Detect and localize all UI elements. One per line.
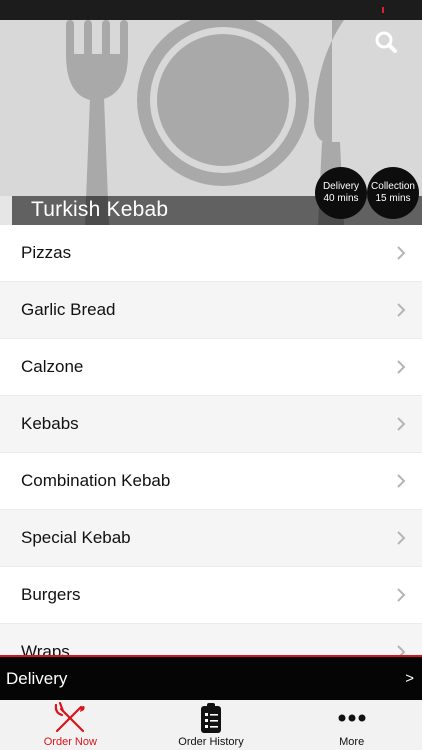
collection-badge-label: Collection xyxy=(371,181,415,192)
delivery-badge-time: 40 mins xyxy=(323,193,359,204)
menu-category-label: Pizzas xyxy=(21,243,72,262)
restaurant-header: Turkish Kebab Delivery 40 mins Collectio… xyxy=(0,20,422,225)
menu-category-wraps[interactable]: Wraps xyxy=(0,624,422,655)
chevron-right-icon xyxy=(397,645,406,655)
tab-more[interactable]: More xyxy=(281,700,422,750)
fork-knife-icon xyxy=(53,701,87,735)
status-indicator xyxy=(382,7,384,13)
menu-category-kebabs[interactable]: Kebabs xyxy=(0,396,422,453)
menu-category-label: Kebabs xyxy=(21,414,79,433)
chevron-right-icon xyxy=(397,417,406,431)
menu-category-garlic-bread[interactable]: Garlic Bread xyxy=(0,282,422,339)
chevron-right-icon xyxy=(397,531,406,545)
chevron-right-icon xyxy=(397,303,406,317)
delivery-time-badge: Delivery 40 mins xyxy=(315,167,367,219)
chevron-right-icon xyxy=(397,360,406,374)
collection-time-badge: Collection 15 mins xyxy=(367,167,419,219)
tab-order-history[interactable]: Order History xyxy=(141,700,282,750)
search-icon xyxy=(375,31,397,53)
menu-category-label: Combination Kebab xyxy=(21,471,171,490)
more-dots-icon xyxy=(337,701,367,735)
bottom-tab-bar: Order Now Order History More xyxy=(0,700,422,750)
menu-category-calzone[interactable]: Calzone xyxy=(0,339,422,396)
menu-category-combination-kebab[interactable]: Combination Kebab xyxy=(0,453,422,510)
search-button[interactable] xyxy=(372,28,402,58)
menu-category-pizzas[interactable]: Pizzas xyxy=(0,225,422,282)
tab-order-now[interactable]: Order Now xyxy=(0,700,141,750)
collection-badge-time: 15 mins xyxy=(375,193,411,204)
menu-category-label: Special Kebab xyxy=(21,528,131,547)
clipboard-list-icon xyxy=(199,701,223,735)
menu-category-label: Garlic Bread xyxy=(21,300,116,319)
menu-category-label: Burgers xyxy=(21,585,81,604)
status-bar xyxy=(0,0,422,20)
tab-label: Order Now xyxy=(43,736,97,748)
menu-category-burgers[interactable]: Burgers xyxy=(0,567,422,624)
chevron-right-icon xyxy=(397,246,406,260)
delivery-badge-label: Delivery xyxy=(322,181,360,192)
restaurant-name: Turkish Kebab xyxy=(31,198,169,221)
order-mode-label: Delivery xyxy=(6,668,68,688)
title-accent xyxy=(0,196,12,225)
menu-category-special-kebab[interactable]: Special Kebab xyxy=(0,510,422,567)
chevron-right-icon xyxy=(397,474,406,488)
menu-category-label: Calzone xyxy=(21,357,84,376)
order-mode-arrow-icon: > xyxy=(405,670,414,687)
menu-category-list: Pizzas Garlic Bread Calzone Kebabs Combi… xyxy=(0,225,422,655)
order-mode-bar[interactable]: Delivery > xyxy=(0,655,422,700)
tab-label: Order History xyxy=(178,736,244,748)
tab-label: More xyxy=(339,736,365,748)
chevron-right-icon xyxy=(397,588,406,602)
menu-category-label: Wraps xyxy=(21,642,70,655)
